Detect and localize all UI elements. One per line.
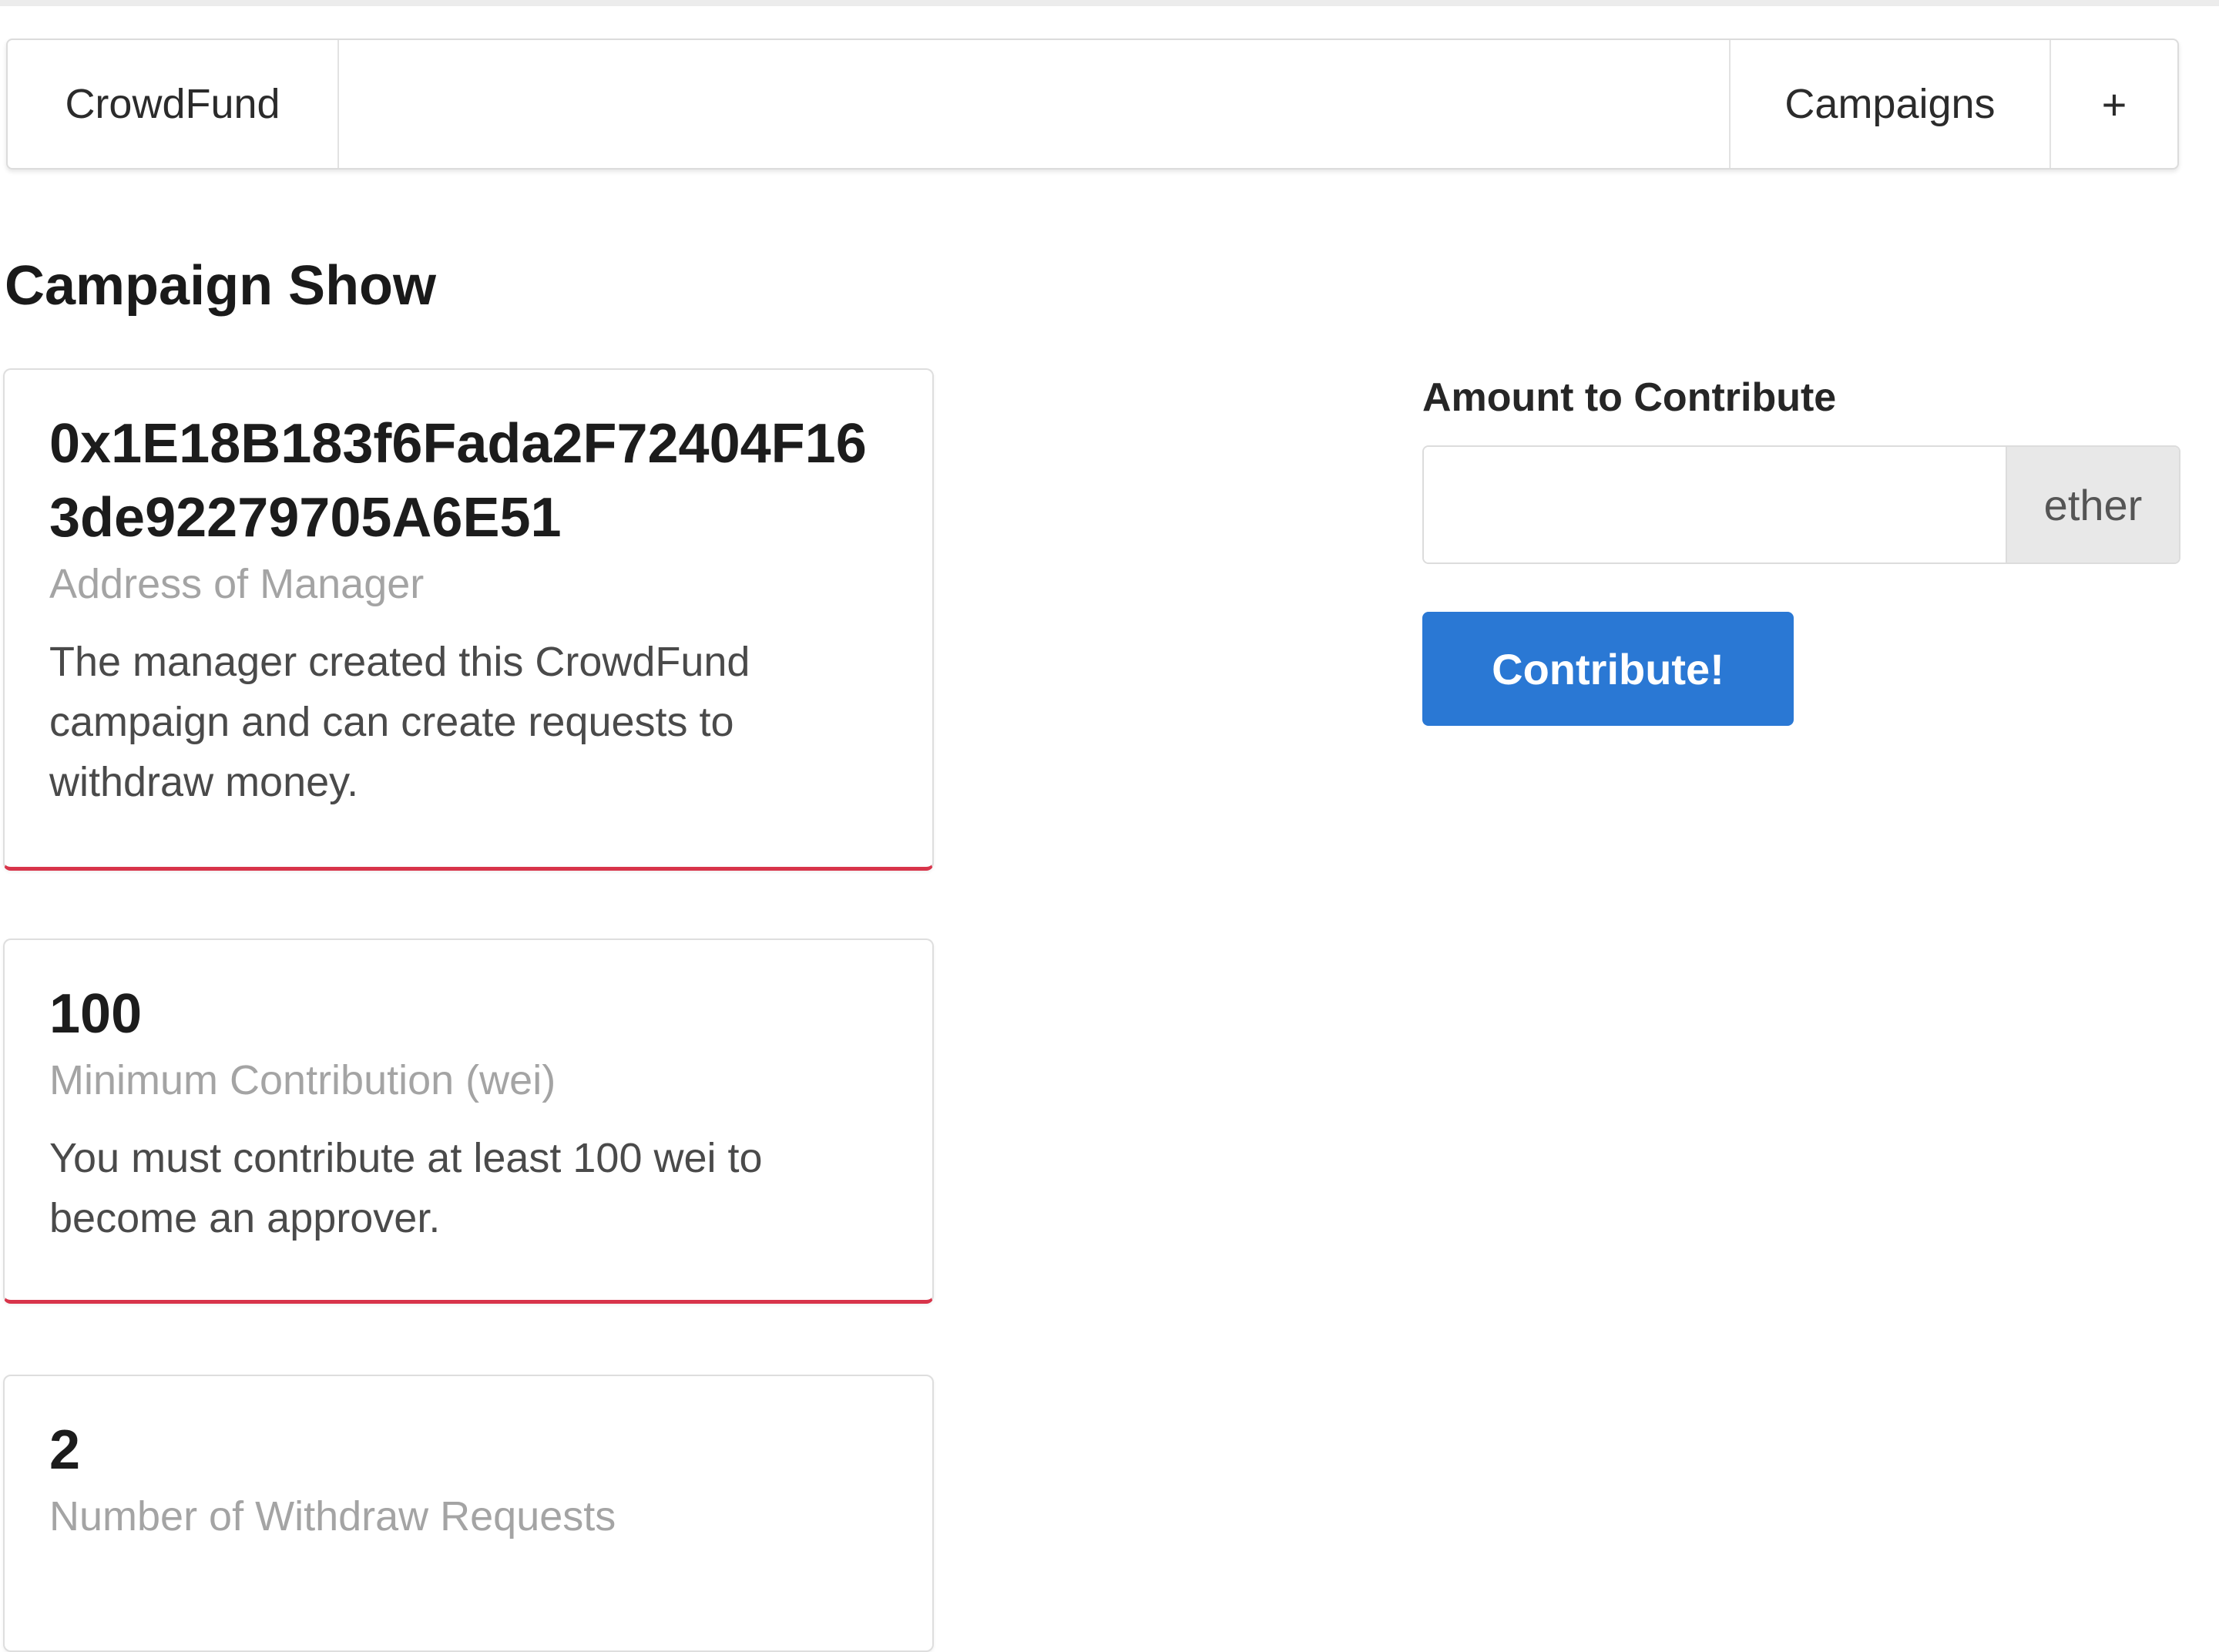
card-header: 100 (49, 983, 143, 1045)
card-description: You must contribute at least 100 wei to … (49, 1135, 763, 1241)
nav-brand-crowdfund[interactable]: CrowdFund (8, 40, 339, 168)
card-description: The manager created this CrowdFund campa… (49, 639, 750, 805)
contribute-button[interactable]: Contribute! (1422, 612, 1794, 726)
card-header: 2 (49, 1419, 81, 1481)
withdraw-requests-card: 2 Number of Withdraw Requests (3, 1375, 934, 1652)
ether-unit-label: ether (2006, 447, 2179, 562)
card-meta: Address of Manager (49, 561, 425, 607)
window-top-strip (0, 0, 2219, 6)
manager-address-card: 0x1E18B183f6Fada2F72404F163de92279705A6E… (3, 368, 934, 871)
plus-icon: + (2101, 79, 2127, 129)
top-navigation: CrowdFund Campaigns + (6, 39, 2179, 170)
amount-label: Amount to Contribute (1422, 375, 1837, 420)
card-meta: Number of Withdraw Requests (49, 1493, 616, 1540)
nav-add-campaign-button[interactable]: + (2049, 40, 2177, 168)
amount-input[interactable] (1424, 447, 2006, 562)
minimum-contribution-card: 100 Minimum Contribution (wei) You must … (3, 938, 934, 1304)
amount-input-group: ether (1422, 445, 2180, 564)
card-header: 0x1E18B183f6Fada2F72404F163de92279705A6E… (49, 413, 867, 549)
card-meta: Minimum Contribution (wei) (49, 1057, 556, 1103)
page-title: Campaign Show (5, 255, 437, 317)
nav-campaigns-link[interactable]: Campaigns (1729, 40, 2049, 168)
